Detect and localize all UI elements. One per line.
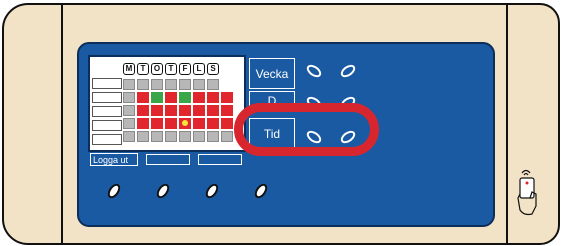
schedule-cell-red[interactable] [221, 92, 233, 103]
day-headers: M T O T F L S [123, 63, 219, 75]
schedule-cell-green[interactable] [179, 92, 191, 103]
schedule-cell-red[interactable] [221, 118, 233, 129]
schedule-cell-gray[interactable] [165, 131, 177, 142]
schedule-cell-gray[interactable] [221, 131, 233, 142]
schedule-cell-gray[interactable] [137, 131, 149, 142]
day-header: T [137, 63, 149, 75]
day-header: O [151, 63, 163, 75]
row-label [92, 134, 122, 145]
schedule-cell-red[interactable] [165, 118, 177, 129]
schedule-cell-red[interactable] [137, 92, 149, 103]
schedule-cell-red[interactable] [137, 105, 149, 116]
schedule-cell-gray[interactable] [207, 79, 219, 90]
nfc-card-hand-icon[interactable] [516, 168, 542, 218]
schedule-cell-gray[interactable] [137, 79, 149, 90]
schedule-cell-red[interactable] [207, 105, 219, 116]
day-header: F [179, 63, 191, 75]
schedule-cell-red[interactable] [207, 118, 219, 129]
schedule-cell-red[interactable] [221, 105, 233, 116]
schedule-cell-gray[interactable] [179, 79, 191, 90]
schedule-cell-gray[interactable] [193, 131, 205, 142]
schedule-cell-gray[interactable] [123, 79, 135, 90]
row-label [92, 92, 122, 103]
day-header: S [207, 63, 219, 75]
left-panel-divider [61, 4, 63, 244]
day-header: M [123, 63, 135, 75]
schedule-cell-red[interactable] [151, 105, 163, 116]
schedule-cell-gray[interactable] [123, 131, 135, 142]
schedule-cell-red[interactable] [137, 118, 149, 129]
schedule-cell-red[interactable] [165, 105, 177, 116]
day-header: T [165, 63, 177, 75]
schedule-grid[interactable] [123, 79, 233, 142]
logout-button[interactable]: Logga ut [90, 153, 138, 166]
schedule-cell-red[interactable] [179, 105, 191, 116]
schedule-cell-red[interactable] [151, 118, 163, 129]
schedule-cell-gray[interactable] [123, 92, 135, 103]
schedule-cell-red[interactable] [193, 92, 205, 103]
schedule-cell-gray[interactable] [193, 79, 205, 90]
schedule-cell-gray[interactable] [123, 118, 135, 129]
footer-slot[interactable] [146, 154, 190, 165]
schedule-cell-red[interactable] [207, 92, 219, 103]
schedule-cell-gray[interactable] [123, 105, 135, 116]
day-header: L [193, 63, 205, 75]
schedule-cell-red[interactable] [193, 105, 205, 116]
schedule-cell-red[interactable] [193, 118, 205, 129]
row-labels [92, 78, 122, 148]
schedule-cell-gray[interactable] [151, 131, 163, 142]
row-label [92, 78, 122, 89]
week-button[interactable]: Vecka [249, 58, 295, 89]
row-label [92, 106, 122, 117]
schedule-cell-gray[interactable] [151, 79, 163, 90]
row-label [92, 120, 122, 131]
footer-slot[interactable] [198, 154, 242, 165]
right-panel-divider [506, 4, 508, 244]
highlight-ring [234, 103, 379, 156]
schedule-cell-empty[interactable] [221, 79, 233, 90]
schedule-cell-gray[interactable] [165, 79, 177, 90]
schedule-cell-gray[interactable] [179, 131, 191, 142]
schedule-cell-green[interactable] [151, 92, 163, 103]
schedule-cell-red[interactable] [165, 92, 177, 103]
schedule-cell-yellow[interactable] [179, 118, 191, 129]
schedule-cell-gray[interactable] [207, 131, 219, 142]
